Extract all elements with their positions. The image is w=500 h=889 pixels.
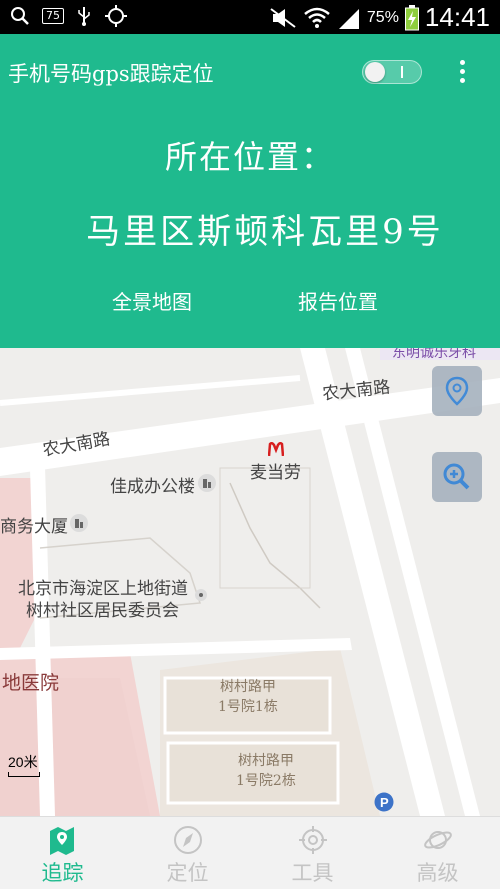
battery-percent: 75% (366, 8, 399, 26)
nav-tab-advanced[interactable]: 高级 (375, 817, 500, 889)
gps-icon (105, 5, 127, 27)
toggle-on-mark (401, 66, 403, 78)
app-bar: 手机号码gps跟踪定位 (0, 34, 500, 112)
toggle-knob (365, 62, 385, 82)
location-label: 所在位置： (164, 138, 335, 176)
overflow-menu-button[interactable] (452, 58, 472, 88)
poi-dot-icon (195, 589, 207, 601)
battery-charging-icon (404, 4, 419, 30)
nav-tab-tools-label: 工具 (291, 861, 334, 885)
house1-label-line2: 1号院1栋 (218, 699, 278, 715)
committee-label-line2: 树村社区居民委员会 (26, 601, 179, 621)
nav-tab-locate-label: 定位 (166, 861, 209, 885)
mcdonalds-label: 麦当劳 (250, 463, 301, 483)
dot-icon (459, 78, 465, 83)
map-scale-label: 20米 (8, 754, 38, 770)
location-address: 马里区斯顿科瓦里9号 (86, 212, 444, 252)
wifi-icon (304, 7, 330, 28)
building-jiacheng-label: 佳成办公楼 (110, 477, 195, 497)
status-time: 14:41 (424, 2, 490, 32)
nav-tab-track[interactable]: 追踪 (0, 817, 125, 889)
notification-count-badge: 75 (42, 8, 64, 24)
svg-text:P: P (380, 795, 389, 810)
parking-icon: P (374, 792, 394, 812)
panorama-map-button[interactable]: 全景地图 (112, 286, 192, 315)
house2-label-line2: 1号院2栋 (236, 773, 296, 789)
nav-tab-locate[interactable]: 定位 (125, 817, 250, 889)
building-icon (70, 514, 88, 532)
app-title: 手机号码gps跟踪定位 (8, 62, 214, 86)
building-icon (198, 474, 216, 492)
my-location-button[interactable] (432, 366, 482, 416)
dot-icon (459, 60, 465, 65)
building-business-label: 商务大厦 (0, 517, 68, 537)
nav-tab-tools[interactable]: 工具 (250, 817, 375, 889)
nav-tab-track-label: 追踪 (41, 861, 84, 885)
bottom-navigation: 追踪 定位 工具 高级 (0, 816, 500, 889)
compass-icon (174, 826, 202, 854)
map-view[interactable]: 东明诚乐牙科 农大南路 农大南路 麦当劳 佳成办公楼 商务大厦 北京市海淀区上地… (0, 348, 500, 816)
poi-top-right-label: 东明诚乐牙科 (392, 348, 476, 361)
signal-icon (338, 8, 359, 29)
crosshair-icon (299, 826, 327, 854)
status-bar-left: 75 (10, 4, 128, 28)
map-scale-bar (8, 772, 40, 777)
status-bar-right: 75% 14:41 (269, 2, 490, 33)
mute-icon (270, 7, 296, 28)
hospital-label: 地医院 (2, 672, 60, 694)
planet-icon (424, 831, 452, 849)
dot-icon (459, 69, 465, 74)
location-pin-icon (445, 376, 469, 406)
usb-icon (78, 7, 90, 26)
house2-label-line1: 树村路甲 (238, 753, 294, 769)
house1-label-line1: 树村路甲 (220, 679, 276, 695)
tracking-toggle[interactable] (362, 60, 422, 84)
map-pin-icon (50, 827, 74, 855)
mcdonalds-icon (268, 442, 284, 456)
nav-tab-advanced-label: 高级 (416, 861, 459, 885)
status-bar: 75 75% 14:41 (0, 0, 500, 34)
zoom-in-icon (443, 463, 470, 490)
location-panel: 所在位置： 马里区斯顿科瓦里9号 全景地图 报告位置 (0, 112, 500, 348)
search-icon (11, 7, 29, 25)
report-location-button[interactable]: 报告位置 (298, 286, 378, 315)
zoom-in-button[interactable] (432, 452, 482, 502)
